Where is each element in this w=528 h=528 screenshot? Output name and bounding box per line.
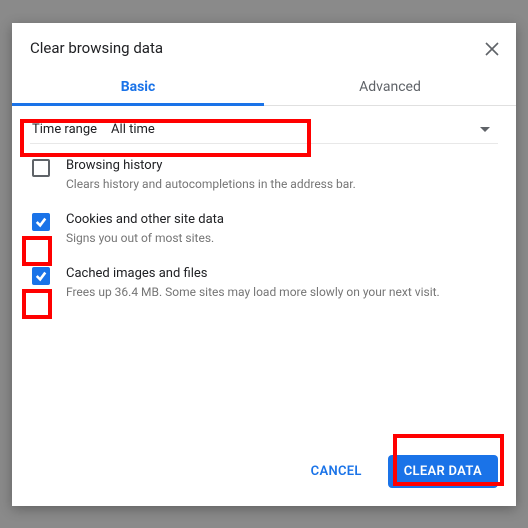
time-range-label: Time range (32, 122, 97, 137)
clear-browsing-data-dialog: Clear browsing data Basic Advanced Time … (12, 23, 516, 506)
close-icon (485, 42, 499, 56)
checkbox-cache[interactable] (32, 267, 50, 285)
dialog-header: Clear browsing data (12, 23, 516, 67)
close-button[interactable] (480, 37, 504, 61)
tab-basic[interactable]: Basic (12, 67, 264, 105)
tabs: Basic Advanced (12, 67, 516, 106)
checkbox-browsing-history[interactable] (32, 159, 50, 177)
option-cache: Cached images and files Frees up 36.4 MB… (30, 252, 498, 306)
option-browsing-history: Browsing history Clears history and auto… (30, 144, 498, 198)
time-range-value: All time (111, 122, 155, 137)
option-desc: Clears history and autocompletions in th… (66, 176, 356, 192)
dialog-title: Clear browsing data (30, 39, 498, 57)
clear-data-button[interactable]: CLEAR DATA (388, 455, 498, 488)
option-desc: Frees up 36.4 MB. Some sites may load mo… (66, 284, 440, 300)
check-icon (35, 216, 47, 228)
time-range-select[interactable]: All time (111, 122, 496, 137)
checkbox-cookies[interactable] (32, 213, 50, 231)
tab-advanced[interactable]: Advanced (264, 67, 516, 105)
option-title: Cached images and files (66, 266, 440, 281)
caret-down-icon (480, 127, 490, 132)
option-cookies: Cookies and other site data Signs you ou… (30, 198, 498, 252)
option-desc: Signs you out of most sites. (66, 230, 224, 246)
dialog-body: Time range All time Browsing history Cle… (12, 106, 516, 441)
option-text: Cached images and files Frees up 36.4 MB… (66, 266, 440, 300)
option-text: Cookies and other site data Signs you ou… (66, 212, 224, 246)
option-title: Browsing history (66, 158, 356, 173)
check-icon (35, 270, 47, 282)
time-range-row: Time range All time (30, 118, 498, 144)
dialog-footer: CANCEL CLEAR DATA (12, 441, 516, 506)
cancel-button[interactable]: CANCEL (295, 455, 378, 488)
option-text: Browsing history Clears history and auto… (66, 158, 356, 192)
option-title: Cookies and other site data (66, 212, 224, 227)
